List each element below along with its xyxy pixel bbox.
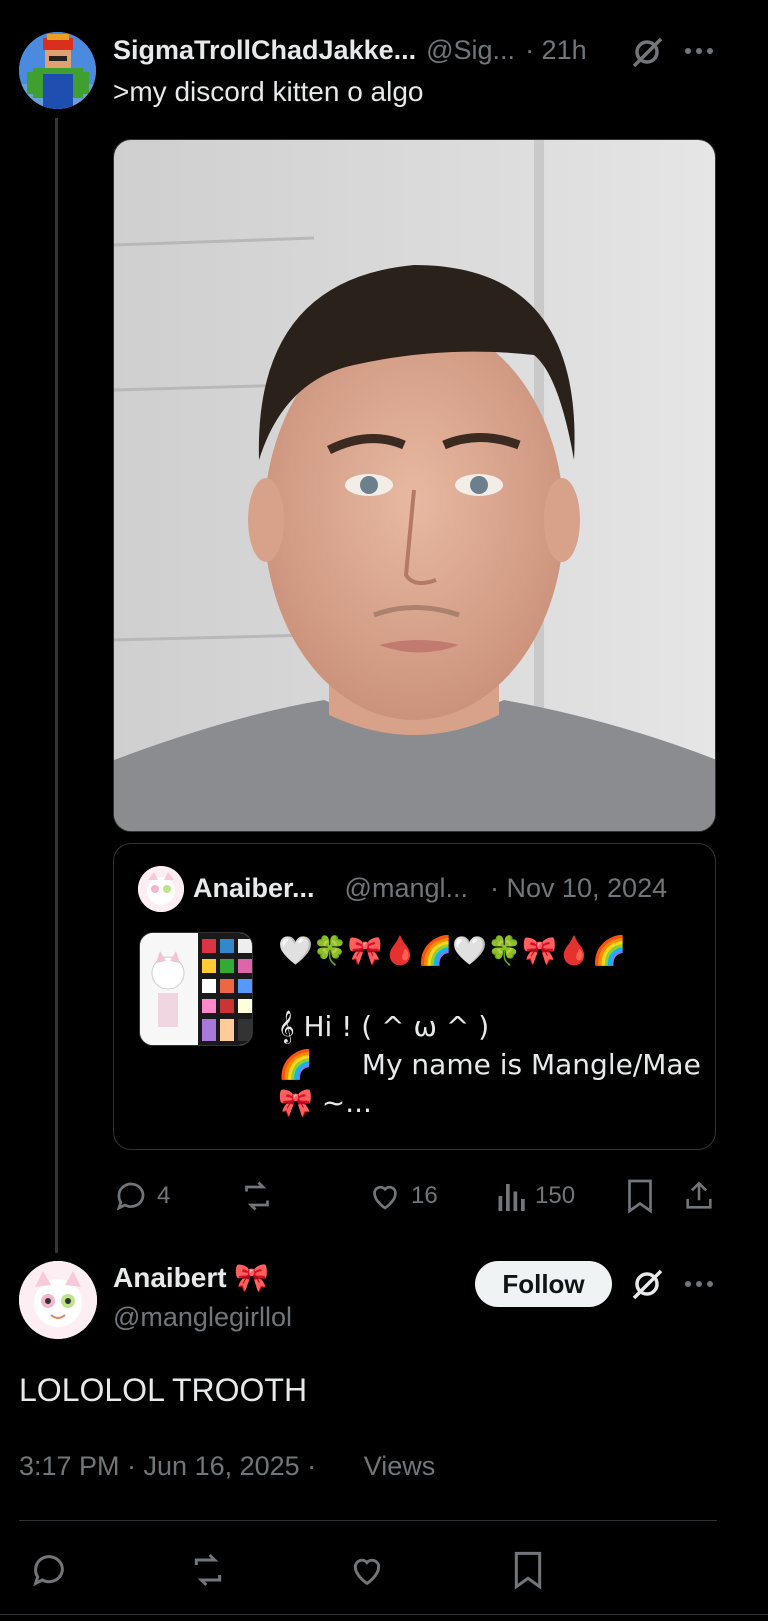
thumbnail-collage-icon [140, 933, 252, 1045]
quoted-header: Anaiber... @mangl... · Nov 10, 2024 [193, 870, 667, 906]
reply-icon [116, 1182, 145, 1211]
quoted-line-2: 𝄞 Hi ! ( ^ ω ^ ) [278, 1010, 490, 1043]
rainbow-emoji: 🌈 [278, 1048, 313, 1081]
anime-avatar-icon [138, 866, 184, 912]
views-chart-icon [498, 1184, 525, 1211]
like-action[interactable]: 16 [367, 1178, 438, 1214]
quoted-text: 🤍🍀🎀🩸🌈🤍🍀🎀🩸🌈 𝄞 Hi ! ( ^ ω ^ ) 🌈 My name is… [278, 932, 703, 1122]
quoted-line-4: 🎀 ~... [278, 1086, 372, 1119]
reply-icon[interactable] [29, 1550, 69, 1590]
reply-meta: 3:17 PM · Jun 16, 2025 · Views [19, 1451, 435, 1482]
parent-display-name[interactable]: SigmaTrollChadJakke... [113, 35, 416, 66]
quoted-post[interactable]: Anaiber... @mangl... · Nov 10, 2024 🤍🍀🎀🩸… [113, 843, 716, 1150]
repost-icon [245, 1181, 269, 1211]
reply-display-name[interactable]: Anaibert 🎀 [113, 1261, 269, 1294]
portrait-photo [114, 140, 715, 831]
quoted-handle: @mangl... [344, 872, 468, 903]
thread-line [55, 118, 58, 1253]
repost-icon[interactable] [186, 1550, 230, 1590]
reply-action[interactable]: 4 [113, 1178, 170, 1214]
quoted-line-3: 🌈 My name is Mangle/Mae [278, 1046, 703, 1084]
parent-time[interactable]: · 21h [525, 35, 587, 66]
reply-views-label: Views [363, 1451, 436, 1481]
share-icon[interactable] [682, 1178, 716, 1214]
like-count: 16 [411, 1182, 438, 1209]
parent-avatar[interactable] [19, 32, 96, 109]
views-action[interactable]: 150 [497, 1178, 575, 1214]
divider [19, 1520, 717, 1521]
parent-handle[interactable]: @Sig... [426, 35, 515, 66]
more-dots-icon[interactable] [684, 1279, 714, 1289]
more-dots-icon[interactable] [684, 46, 714, 56]
reply-count: 4 [157, 1182, 171, 1209]
quoted-line-3-text: My name is Mangle/Mae [361, 1048, 701, 1081]
quoted-thumbnail[interactable] [139, 932, 253, 1046]
quoted-display-name: Anaiber... [193, 872, 315, 903]
parent-header: SigmaTrollChadJakke... @Sig... · 21h [113, 32, 587, 68]
reply-timestamp[interactable]: 3:17 PM · Jun 16, 2025 · [19, 1451, 316, 1481]
pixel-avatar-icon [19, 32, 96, 109]
bookmark-icon[interactable] [510, 1550, 546, 1590]
post-photo[interactable] [113, 139, 716, 832]
reply-text: LOLOLOL TROOTH [19, 1372, 308, 1408]
quoted-date: · Nov 10, 2024 [490, 872, 668, 903]
quoted-spacer [278, 970, 703, 1008]
parent-text: >my discord kitten o algo [113, 76, 424, 107]
grok-icon[interactable] [630, 35, 664, 69]
repost-action[interactable] [238, 1178, 284, 1214]
heart-icon[interactable] [347, 1550, 387, 1590]
bookmark-icon[interactable] [624, 1178, 656, 1214]
follow-button[interactable]: Follow [475, 1261, 612, 1307]
quoted-avatar [138, 866, 184, 912]
views-count: 150 [535, 1182, 576, 1209]
reply-handle[interactable]: @manglegirllol [113, 1302, 292, 1333]
reply-avatar[interactable] [19, 1261, 97, 1339]
anime-avatar-icon [19, 1261, 97, 1339]
grok-icon[interactable] [630, 1267, 664, 1301]
bottom-divider [0, 1614, 768, 1615]
heart-icon [373, 1185, 397, 1210]
quoted-emoji-line: 🤍🍀🎀🩸🌈🤍🍀🎀🩸🌈 [278, 934, 627, 967]
